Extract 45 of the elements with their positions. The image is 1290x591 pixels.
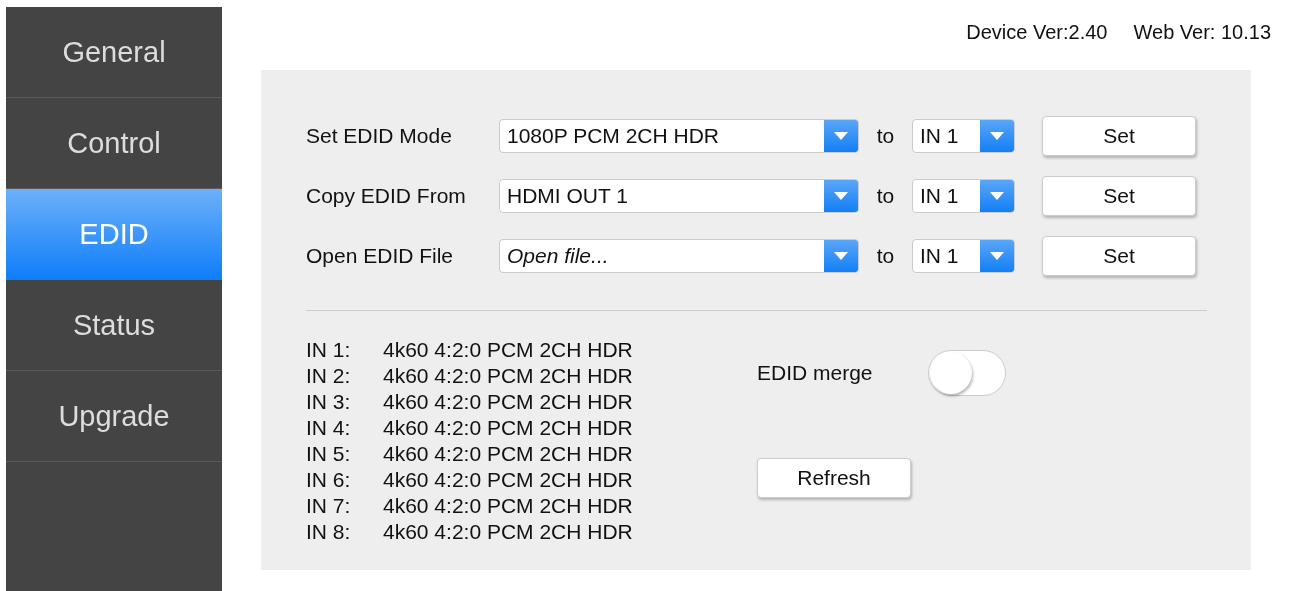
- input-label: IN 2:: [306, 363, 352, 389]
- input-edid-value: 4k60 4:2:0 PCM 2CH HDR: [383, 415, 633, 441]
- source-dropdown[interactable]: 1080P PCM 2CH HDR: [499, 119, 859, 153]
- caret-icon: [824, 120, 858, 152]
- caret-icon: [824, 240, 858, 272]
- input-label: IN 6:: [306, 467, 352, 493]
- version-label: Device Ver:2.40: [966, 20, 1108, 44]
- source-dropdown[interactable]: HDMI OUT 1: [499, 179, 859, 213]
- input-label: IN 1:: [306, 337, 352, 363]
- target-dropdown[interactable]: IN 1: [912, 179, 1015, 213]
- input-label: IN 7:: [306, 493, 352, 519]
- input-edid-value: 4k60 4:2:0 PCM 2CH HDR: [383, 441, 633, 467]
- version-label: Web Ver: 10.13: [1133, 20, 1271, 44]
- caret-icon: [980, 120, 1014, 152]
- target-dropdown[interactable]: IN 1: [912, 239, 1015, 273]
- caret-icon: [980, 180, 1014, 212]
- input-edid-value: 4k60 4:2:0 PCM 2CH HDR: [383, 337, 633, 363]
- caret-icon: [980, 240, 1014, 272]
- input-edid-value: 4k60 4:2:0 PCM 2CH HDR: [383, 467, 633, 493]
- input-label: IN 3:: [306, 389, 352, 415]
- input-edid-value: 4k60 4:2:0 PCM 2CH HDR: [383, 519, 633, 545]
- row-label: Set EDID Mode: [306, 124, 453, 148]
- edid-merge-toggle[interactable]: [927, 350, 1006, 396]
- input-edid-value: 4k60 4:2:0 PCM 2CH HDR: [383, 493, 633, 519]
- to-label: to: [875, 244, 896, 268]
- edid-merge-label: EDID merge: [757, 361, 873, 385]
- input-label: IN 8:: [306, 519, 352, 545]
- set-button[interactable]: Set: [1042, 236, 1196, 276]
- sidebar-item[interactable]: General: [6, 7, 222, 98]
- sidebar-item[interactable]: Upgrade: [6, 371, 222, 462]
- set-button[interactable]: Set: [1042, 176, 1196, 216]
- input-label: IN 5:: [306, 441, 352, 467]
- input-label: IN 4:: [306, 415, 352, 441]
- sidebar-item[interactable]: Status: [6, 280, 222, 371]
- set-button[interactable]: Set: [1042, 116, 1196, 156]
- to-label: to: [875, 124, 896, 148]
- source-dropdown[interactable]: Open file...: [499, 239, 859, 273]
- target-dropdown[interactable]: IN 1: [912, 119, 1015, 153]
- row-label: Open EDID File: [306, 244, 455, 268]
- input-edid-value: 4k60 4:2:0 PCM 2CH HDR: [383, 363, 633, 389]
- input-edid-value: 4k60 4:2:0 PCM 2CH HDR: [383, 389, 633, 415]
- to-label: to: [875, 184, 896, 208]
- refresh-button[interactable]: Refresh: [757, 458, 911, 498]
- row-label: Copy EDID From: [306, 184, 467, 208]
- caret-icon: [824, 180, 858, 212]
